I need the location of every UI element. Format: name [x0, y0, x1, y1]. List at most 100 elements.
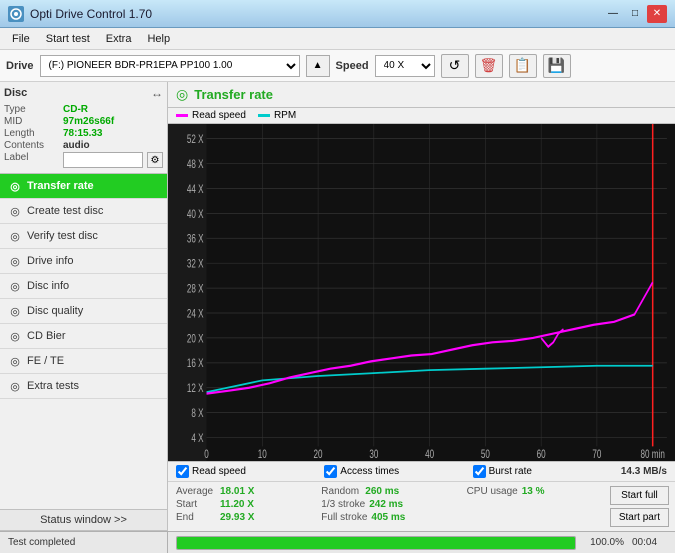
nav-drive-info[interactable]: ◎ Drive info — [0, 249, 167, 274]
verify-test-disc-icon: ◎ — [8, 229, 22, 243]
close-button[interactable]: ✕ — [647, 5, 667, 23]
menu-file[interactable]: File — [4, 31, 38, 47]
chart-title: Transfer rate — [194, 87, 273, 102]
label-settings-button[interactable]: ⚙ — [147, 152, 163, 168]
copy-button[interactable]: 📋 — [509, 54, 537, 78]
disc-mid-value: 97m26s66f — [63, 116, 114, 127]
chart-checkboxes: Read speed Access times Burst rate 14.3 … — [168, 462, 675, 482]
disc-title: Disc — [4, 87, 27, 99]
drive-info-icon: ◎ — [8, 254, 22, 268]
nav-disc-info[interactable]: ◎ Disc info — [0, 274, 167, 299]
cpu-value: 13 % — [522, 486, 567, 497]
disc-type-row: Type CD-R — [4, 104, 163, 115]
maximize-button[interactable]: □ — [625, 5, 645, 23]
chart-title-icon: ◎ — [176, 86, 188, 103]
burst-rate-checkbox-label[interactable]: Burst rate — [473, 465, 617, 478]
svg-text:8 X: 8 X — [191, 408, 203, 421]
chart-header: ◎ Transfer rate — [168, 82, 675, 108]
stat-one-third: 1/3 stroke 242 ms — [321, 499, 450, 510]
nav-verify-test-disc[interactable]: ◎ Verify test disc — [0, 224, 167, 249]
average-label: Average — [176, 486, 216, 497]
read-speed-checkbox[interactable] — [176, 465, 189, 478]
bottom-progress-container: 100.0% 00:04 — [168, 532, 675, 553]
burst-rate-checkbox-label-text: Burst rate — [489, 466, 532, 477]
nav-disc-quality-label: Disc quality — [27, 305, 83, 317]
menu-start-test[interactable]: Start test — [38, 31, 98, 47]
menu-extra[interactable]: Extra — [98, 31, 140, 47]
stats-col1: Average 18.01 X Start 11.20 X End 29.93 … — [168, 484, 313, 529]
chart-area: 52 X 48 X 44 X 40 X 36 X 32 X 28 X 24 X … — [168, 124, 675, 461]
speed-select[interactable]: 40 X — [375, 55, 435, 77]
start-part-button[interactable]: Start part — [610, 508, 669, 527]
stat-start: Start 11.20 X — [176, 499, 305, 510]
read-speed-checkbox-label[interactable]: Read speed — [176, 465, 320, 478]
nav-cd-bier-label: CD Bier — [27, 330, 66, 342]
stat-cpu: CPU usage 13 % — [467, 486, 596, 497]
access-times-checkbox[interactable] — [324, 465, 337, 478]
nav-fe-te[interactable]: ◎ FE / TE — [0, 349, 167, 374]
svg-text:30: 30 — [369, 449, 378, 461]
speed-label: Speed — [336, 60, 369, 72]
nav-create-test-disc[interactable]: ◎ Create test disc — [0, 199, 167, 224]
legend-rpm: RPM — [258, 110, 296, 121]
svg-text:52 X: 52 X — [187, 134, 204, 147]
svg-text:80 min: 80 min — [641, 449, 665, 461]
burst-rate-value: 14.3 MB/s — [621, 466, 667, 477]
content-area: ◎ Transfer rate Read speed RPM — [168, 82, 675, 531]
stat-average: Average 18.01 X — [176, 486, 305, 497]
title-bar: Opti Drive Control 1.70 — □ ✕ — [0, 0, 675, 28]
svg-text:50: 50 — [481, 449, 490, 461]
nav-extra-tests[interactable]: ◎ Extra tests — [0, 374, 167, 399]
nav-transfer-rate[interactable]: ◎ Transfer rate — [0, 174, 167, 199]
start-label: Start — [176, 499, 216, 510]
bottom-progress-bar — [176, 536, 576, 550]
burst-rate-checkbox[interactable] — [473, 465, 486, 478]
start-full-button[interactable]: Start full — [610, 486, 669, 505]
svg-text:0: 0 — [204, 449, 209, 461]
svg-text:36 X: 36 X — [187, 233, 204, 246]
menu-bar: File Start test Extra Help — [0, 28, 675, 50]
random-value: 260 ms — [365, 486, 410, 497]
refresh-button[interactable]: ↺ — [441, 54, 469, 78]
svg-text:40 X: 40 X — [187, 208, 204, 221]
legend-rpm-color — [258, 114, 270, 117]
nav-cd-bier[interactable]: ◎ CD Bier — [0, 324, 167, 349]
sidebar: Disc ↔ Type CD-R MID 97m26s66f Length 78… — [0, 82, 168, 531]
disc-mid-label: MID — [4, 116, 59, 127]
extra-tests-icon: ◎ — [8, 379, 22, 393]
disc-contents-value: audio — [63, 140, 90, 151]
disc-length-value: 78:15.33 — [63, 128, 102, 139]
disc-toggle[interactable]: ↔ — [151, 86, 163, 100]
title-bar-left: Opti Drive Control 1.70 — [8, 6, 152, 22]
disc-length-row: Length 78:15.33 — [4, 128, 163, 139]
svg-text:20: 20 — [314, 449, 323, 461]
legend-read-speed: Read speed — [176, 110, 246, 121]
drive-select[interactable]: (F:) PIONEER BDR-PR1EPA PP100 1.00 — [40, 55, 300, 77]
read-speed-checkbox-label-text: Read speed — [192, 466, 246, 477]
erase-button[interactable]: 🗑 — [475, 54, 503, 78]
svg-text:48 X: 48 X — [187, 159, 204, 172]
nav-drive-info-label: Drive info — [27, 255, 73, 267]
nav-disc-quality[interactable]: ◎ Disc quality — [0, 299, 167, 324]
disc-label-input[interactable] — [63, 152, 143, 168]
save-button[interactable]: 💾 — [543, 54, 571, 78]
access-times-checkbox-label[interactable]: Access times — [324, 465, 468, 478]
stats-section: Average 18.01 X Start 11.20 X End 29.93 … — [168, 482, 675, 531]
minimize-button[interactable]: — — [603, 5, 623, 23]
legend-read-speed-color — [176, 114, 188, 117]
create-test-disc-icon: ◎ — [8, 204, 22, 218]
end-label: End — [176, 512, 216, 523]
menu-help[interactable]: Help — [139, 31, 178, 47]
eject-button[interactable]: ▲ — [306, 55, 330, 77]
disc-label-label: Label — [4, 152, 59, 168]
nav-extra-tests-label: Extra tests — [27, 380, 79, 392]
status-window-button[interactable]: Status window >> — [0, 509, 167, 531]
disc-section: Disc ↔ Type CD-R MID 97m26s66f Length 78… — [0, 82, 167, 174]
legend-read-speed-label: Read speed — [192, 110, 246, 121]
bottom-progress-fill — [177, 537, 575, 549]
chart-svg: 52 X 48 X 44 X 40 X 36 X 32 X 28 X 24 X … — [168, 124, 675, 461]
disc-quality-icon: ◎ — [8, 304, 22, 318]
chart-legend: Read speed RPM — [168, 108, 675, 124]
full-stroke-value: 405 ms — [371, 512, 416, 523]
random-label: Random — [321, 486, 361, 497]
